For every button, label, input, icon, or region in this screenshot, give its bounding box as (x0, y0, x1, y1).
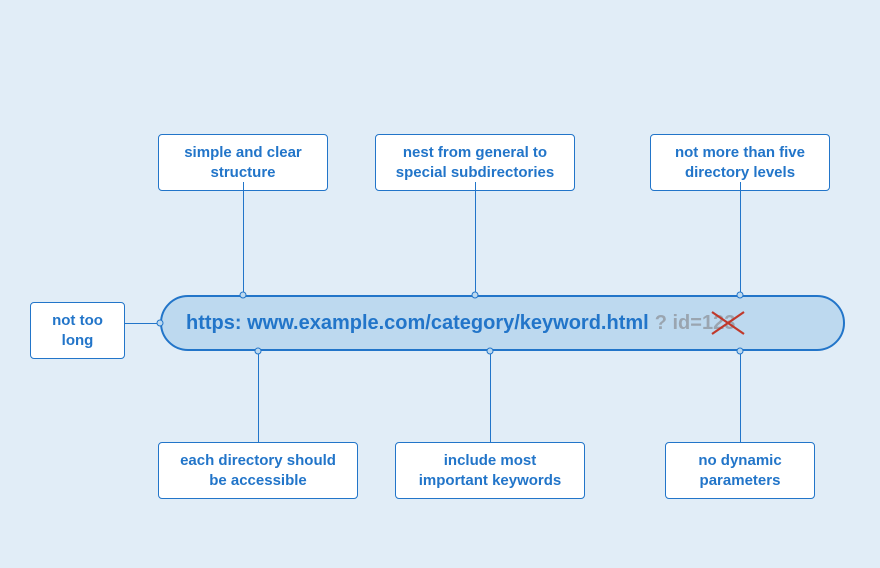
connector-dot (737, 348, 744, 355)
connector-dot (240, 292, 247, 299)
tip-label: not more than five directory levels (675, 144, 805, 181)
connector-line (475, 182, 476, 295)
connector-line (490, 351, 491, 442)
connector-dot (255, 348, 262, 355)
tip-label: each directory should be accessible (180, 452, 336, 489)
connector-dot (487, 348, 494, 355)
tip-label: nest from general to special subdirector… (396, 144, 554, 181)
connector-dot (472, 292, 479, 299)
url-bar: https: www.example.com/category/keyword.… (160, 295, 845, 351)
connector-line (243, 182, 244, 295)
tip-label: not too long (52, 312, 103, 349)
tip-keywords: include most important keywords (395, 442, 585, 499)
tip-no-dynamic: no dynamic parameters (665, 442, 815, 499)
tip-label: include most important keywords (419, 452, 562, 489)
connector-line (258, 351, 259, 442)
url-query-text: ? id=123 (655, 312, 736, 335)
url-query-value: ? id=123 (655, 312, 736, 334)
tip-not-too-long: not too long (30, 302, 125, 359)
tip-label: no dynamic parameters (698, 452, 781, 489)
tip-directory-accessible: each directory should be accessible (158, 442, 358, 499)
connector-dot (157, 320, 164, 327)
url-main-text: https: www.example.com/category/keyword.… (186, 312, 649, 335)
tip-label: simple and clear structure (184, 144, 302, 181)
connector-line (125, 323, 160, 324)
connector-dot (737, 292, 744, 299)
connector-line (740, 182, 741, 295)
connector-line (740, 351, 741, 442)
